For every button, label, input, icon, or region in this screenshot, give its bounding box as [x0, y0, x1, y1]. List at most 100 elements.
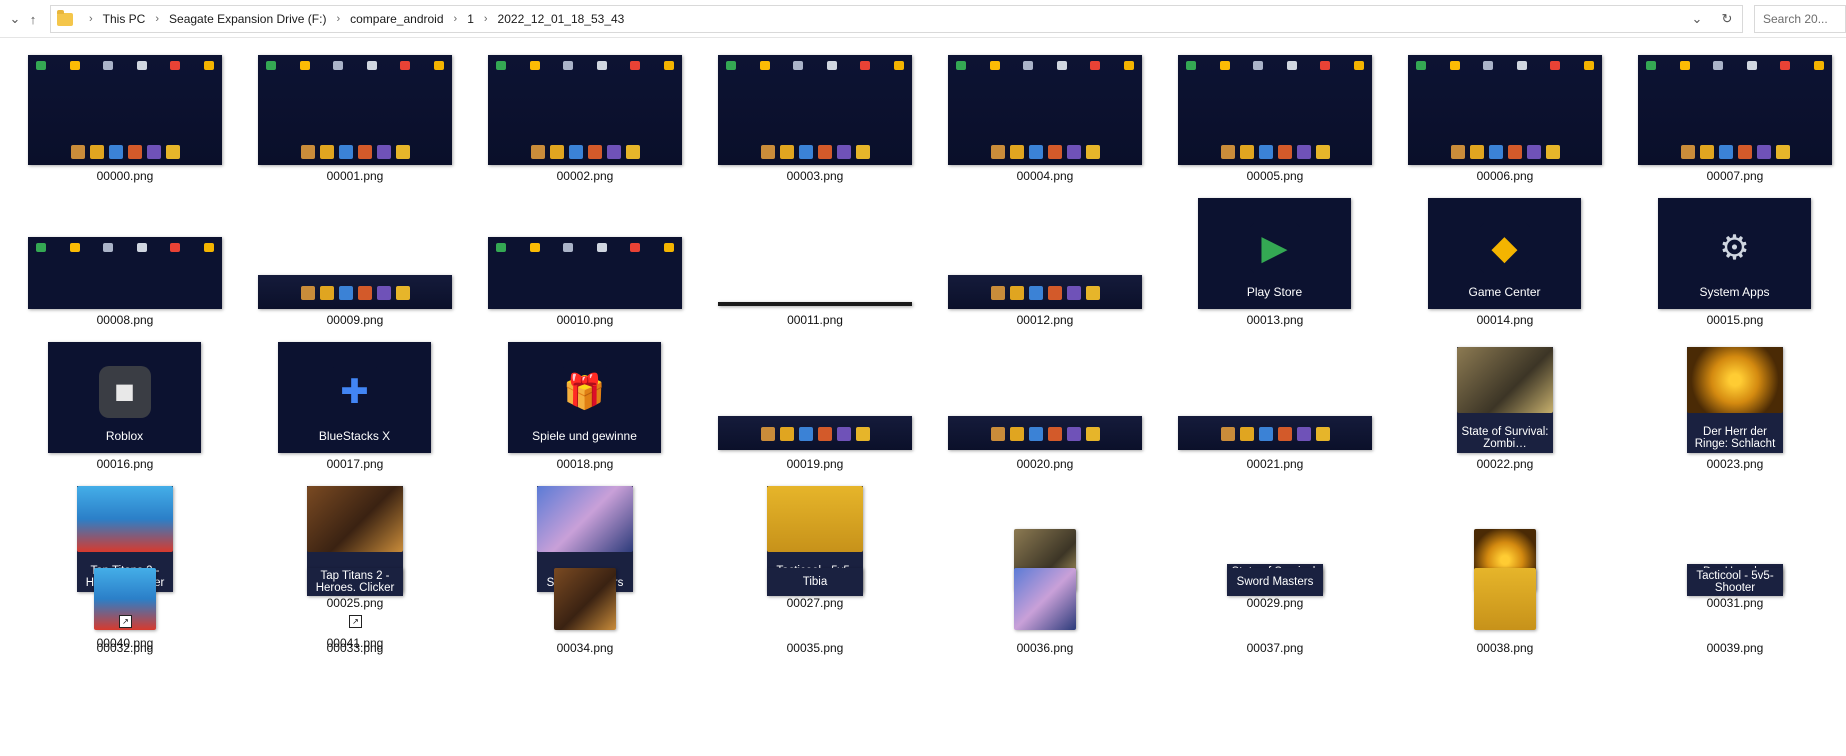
mini-app-icon	[563, 243, 574, 252]
dock-app-icon	[1699, 145, 1714, 159]
file-name: 00002.png	[556, 169, 614, 183]
dock-app-icon	[798, 427, 813, 441]
dock-app-icon	[300, 286, 315, 300]
mini-app-icon	[1550, 61, 1561, 70]
mini-app-icon	[1219, 61, 1230, 70]
play-store-icon: ▶	[1248, 222, 1301, 274]
dock-app-icon	[338, 286, 353, 300]
dock-row	[28, 145, 222, 159]
dropdown-chevron-icon[interactable]: ⌄	[1682, 11, 1712, 27]
tacticool-icon	[1474, 568, 1536, 630]
file-thumbnail: Sword Masters	[1160, 568, 1390, 638]
dock-app-icon	[1009, 286, 1024, 300]
dock-app-icon	[1047, 286, 1062, 300]
file-name: 00041.png	[326, 636, 384, 650]
dock-app-icon	[1469, 145, 1484, 159]
mini-app-icon	[893, 61, 904, 70]
label-thumb: Tacticool - 5v5-Shooter	[1687, 568, 1783, 596]
label-thumb: Tap Titans 2 - Heroes. Clicker	[307, 568, 403, 596]
dock-row	[488, 145, 682, 159]
address-bar: ⌄ ↑ › This PC › Seagate Expansion Drive …	[0, 0, 1846, 38]
address-input[interactable]: › This PC › Seagate Expansion Drive (F:)…	[50, 5, 1743, 33]
mini-app-icon	[663, 61, 674, 70]
app-thumb: ⚙ System Apps	[1658, 198, 1811, 309]
dock-app-icon	[300, 145, 315, 159]
dock-app-icon	[165, 145, 180, 159]
mini-app-icon	[630, 243, 641, 252]
dock-app-icon	[1085, 427, 1100, 441]
mini-app-icon	[203, 61, 214, 70]
shortcut-icon: ↗	[349, 615, 362, 628]
mini-app-icon	[136, 243, 147, 252]
file-name: 00037.png	[1246, 641, 1304, 655]
file-name: 00005.png	[1246, 169, 1304, 183]
dock-app-icon	[1296, 427, 1311, 441]
app-label: Roblox	[105, 429, 144, 443]
app-label: Spiele und gewinne	[532, 429, 637, 443]
dock-app-icon	[1756, 145, 1771, 159]
chevron-down-icon[interactable]: ⌄	[6, 9, 24, 29]
dock-row	[258, 145, 452, 159]
breadcrumb-current[interactable]: 2022_12_01_18_53_43	[494, 12, 629, 26]
dock-app-icon	[1028, 145, 1043, 159]
screenshot-thumb	[28, 237, 222, 309]
mini-app-icon	[956, 61, 966, 70]
dock-app-icon	[530, 145, 545, 159]
file-thumbnail	[930, 568, 1160, 638]
dock-thumb	[948, 275, 1142, 309]
chevron-right-icon: ›	[483, 13, 488, 25]
mini-app-icon	[529, 61, 540, 70]
dock-app-icon	[855, 427, 870, 441]
screenshot-thumb	[28, 55, 222, 165]
file-thumbnail: ⚙ System Apps	[1620, 192, 1846, 310]
file-name: 00038.png	[1476, 641, 1534, 655]
mini-app-icon	[1123, 61, 1134, 70]
dock-app-icon	[798, 145, 813, 159]
mini-app-icon	[433, 61, 444, 70]
state-of-survival-icon	[1457, 347, 1553, 413]
search-input[interactable]: Search 20...	[1754, 5, 1846, 33]
mini-app-icon	[103, 61, 114, 70]
breadcrumb-drive[interactable]: Seagate Expansion Drive (F:)	[165, 12, 330, 26]
dock-app-icon	[1028, 286, 1043, 300]
dock-row	[1408, 145, 1602, 159]
mini-app-icon	[1813, 61, 1824, 70]
file-thumbnail: 🎁 Spiele und gewinne	[470, 336, 700, 454]
dock-app-icon	[549, 145, 564, 159]
dock-app-icon	[1450, 145, 1465, 159]
breadcrumb-subfolder[interactable]: 1	[463, 12, 478, 26]
dock-app-icon	[625, 145, 640, 159]
file-thumbnail	[930, 192, 1160, 310]
up-arrow-icon[interactable]: ↑	[24, 9, 42, 29]
dock-app-icon	[376, 145, 391, 159]
mini-app-icon	[826, 61, 837, 70]
app-icon-row	[496, 61, 674, 70]
dock-app-icon	[606, 145, 621, 159]
mini-app-icon	[400, 61, 411, 70]
shortcut-icon: ↗	[119, 615, 132, 628]
file-name: 00040.png	[96, 636, 154, 650]
file-name: 00039.png	[1706, 641, 1764, 655]
mini-app-icon	[529, 243, 540, 252]
dock-app-icon	[357, 145, 372, 159]
screenshot-thumb	[1408, 55, 1602, 165]
mini-app-icon	[563, 61, 574, 70]
breadcrumb-folder[interactable]: compare_android	[346, 12, 447, 26]
mini-app-icon	[1746, 61, 1757, 70]
mini-app-icon	[36, 243, 46, 252]
chevron-right-icon: ›	[336, 13, 341, 25]
line-thumb	[718, 302, 912, 306]
app-thumb: ✚ BlueStacks X	[278, 342, 431, 453]
label-thumb: Sword Masters	[1227, 568, 1323, 596]
file-thumbnail	[1160, 336, 1390, 454]
refresh-icon[interactable]: ↻	[1712, 11, 1742, 27]
dock-app-icon	[1047, 145, 1062, 159]
screenshot-thumb	[1638, 55, 1832, 165]
app-icon-row	[1416, 61, 1594, 70]
file-thumbnail	[10, 48, 240, 166]
file-name: 00019.png	[786, 457, 844, 471]
mini-app-icon	[1713, 61, 1724, 70]
breadcrumb-this-pc[interactable]: This PC	[99, 12, 150, 26]
app-icon-row	[1186, 61, 1364, 70]
roblox-icon: ■	[98, 366, 151, 418]
